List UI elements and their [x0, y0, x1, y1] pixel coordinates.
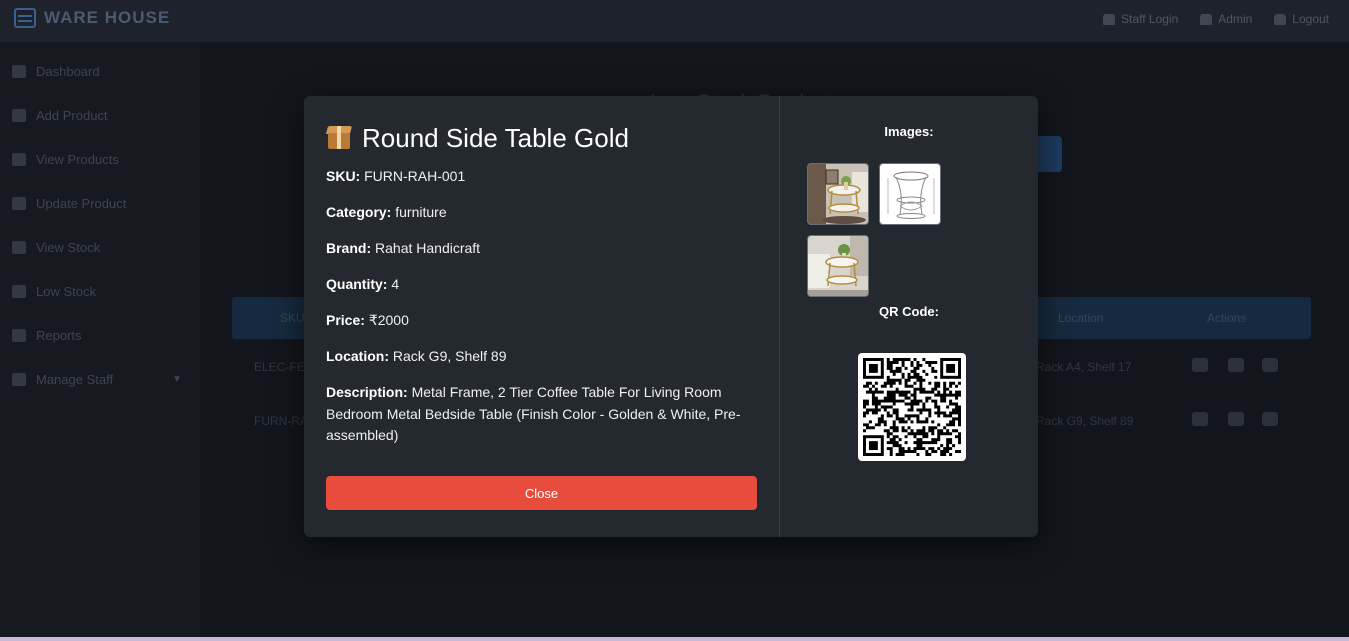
- boxes-icon: [12, 153, 26, 166]
- nav-admin[interactable]: Admin: [1200, 12, 1252, 26]
- plus-box-icon: [12, 109, 26, 122]
- eye-icon[interactable]: [1228, 358, 1244, 372]
- qr-code-pattern: [862, 357, 962, 457]
- cell-location: Rack A4, Shelf 17: [1036, 360, 1132, 374]
- boxes-icon[interactable]: [1192, 412, 1208, 426]
- qrcode-icon[interactable]: [1262, 358, 1278, 372]
- field-location: Location: Rack G9, Shelf 89: [326, 348, 507, 364]
- nav-logout[interactable]: Logout: [1274, 12, 1329, 26]
- chevron-down-icon: ▼: [172, 374, 182, 385]
- sidebar-item-low-stock[interactable]: Low Stock: [12, 284, 96, 299]
- field-description: Description: Metal Frame, 2 Tier Coffee …: [326, 384, 741, 443]
- sidebar-item-dashboard[interactable]: Dashboard: [12, 64, 100, 79]
- cell-sku: ELEC-FE: [254, 360, 305, 374]
- column-header-actions: Actions: [1207, 311, 1247, 325]
- product-image-thumbnail[interactable]: [879, 163, 941, 225]
- bottom-strip: [0, 637, 1349, 641]
- field-brand: Brand: Rahat Handicraft: [326, 240, 481, 256]
- brand-logo[interactable]: WARE HOUSE: [14, 8, 170, 28]
- cell-sku: FURN-RA: [254, 414, 308, 428]
- top-navbar: WARE HOUSE Staff Login Admin Logout: [0, 0, 1349, 42]
- media-panel: Images: QR Code:: [780, 96, 1038, 537]
- qrcode-icon[interactable]: [1262, 412, 1278, 426]
- list-icon: [12, 329, 26, 342]
- users-cog-icon: [12, 373, 26, 386]
- product-info-panel: Round Side Table Gold SKU: FURN-RAH-001 …: [304, 96, 780, 537]
- warning-icon: [12, 285, 26, 298]
- sidebar-item-view-stock[interactable]: View Stock: [12, 240, 100, 255]
- sidebar-item-manage-staff[interactable]: Manage Staff ▼: [12, 372, 182, 387]
- user-shield-icon: [1200, 13, 1213, 25]
- qr-code: [858, 353, 966, 461]
- product-detail-modal: Round Side Table Gold SKU: FURN-RAH-001 …: [304, 96, 1038, 537]
- product-title: Round Side Table Gold: [325, 120, 757, 156]
- field-quantity: Quantity: 4: [326, 276, 400, 292]
- sidebar-item-update-product[interactable]: Update Product: [12, 196, 126, 211]
- package-icon: [325, 126, 353, 150]
- sidebar-item-reports[interactable]: Reports: [12, 328, 82, 343]
- field-price: Price: ₹2000: [326, 312, 409, 328]
- close-button[interactable]: Close: [326, 476, 757, 510]
- cell-location: Rack G9, Shelf 89: [1036, 414, 1134, 428]
- user-icon: [1103, 13, 1116, 25]
- qr-code-label: QR Code:: [879, 304, 939, 319]
- nav-staff-login[interactable]: Staff Login: [1103, 12, 1178, 26]
- product-image-thumbnail[interactable]: [807, 163, 869, 225]
- column-header-location: Location: [1058, 311, 1104, 325]
- eye-icon[interactable]: [1228, 412, 1244, 426]
- product-name: Round Side Table Gold: [362, 122, 629, 153]
- logout-icon: [1274, 13, 1287, 25]
- warehouse-icon: [14, 8, 36, 28]
- top-nav-links: Staff Login Admin Logout: [1103, 12, 1329, 26]
- warehouse-icon: [12, 241, 26, 254]
- field-sku: SKU: FURN-RAH-001: [326, 168, 466, 184]
- sidebar-item-add-product[interactable]: Add Product: [12, 108, 108, 123]
- sidebar: Dashboard Add Product View Products Upda…: [0, 42, 200, 637]
- images-label: Images:: [884, 124, 934, 139]
- edit-icon: [12, 197, 26, 210]
- home-icon: [12, 65, 26, 78]
- sidebar-item-view-products[interactable]: View Products: [12, 152, 119, 167]
- product-image-thumbnail[interactable]: [807, 235, 869, 297]
- field-category: Category: furniture: [326, 204, 447, 220]
- column-header-sku: SKU: [280, 311, 305, 325]
- boxes-icon[interactable]: [1192, 358, 1208, 372]
- brand-name: WARE HOUSE: [44, 8, 171, 27]
